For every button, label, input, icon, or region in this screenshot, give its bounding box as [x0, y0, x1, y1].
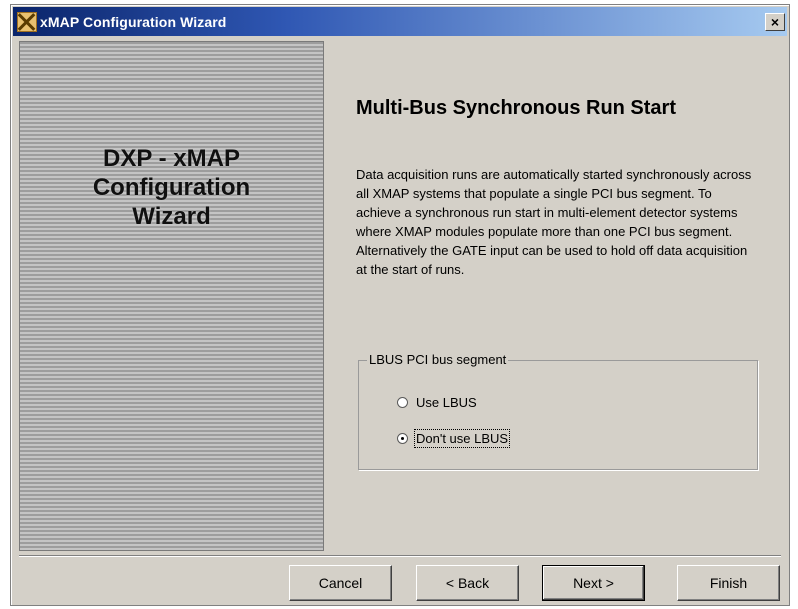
side-banner: DXP - xMAP Configuration Wizard: [19, 41, 324, 551]
window-title: xMAP Configuration Wizard: [40, 13, 227, 30]
lbus-groupbox-legend: LBUS PCI bus segment: [367, 352, 509, 367]
close-button[interactable]: ×: [765, 13, 785, 31]
back-button[interactable]: < Back: [416, 565, 519, 601]
wizard-window: xMAP Configuration Wizard × DXP - xMAP C…: [10, 4, 790, 606]
lbus-groupbox: LBUS PCI bus segment Use LBUS Don't use …: [358, 352, 758, 470]
app-icon: [17, 11, 37, 32]
side-banner-title: DXP - xMAP Configuration Wizard: [92, 145, 251, 230]
use-lbus-radio[interactable]: [397, 397, 408, 408]
page-title: Multi-Bus Synchronous Run Start: [356, 97, 676, 119]
dont-use-lbus-radio[interactable]: [397, 433, 408, 444]
title-bar[interactable]: xMAP Configuration Wizard ×: [13, 7, 787, 36]
button-separator: [19, 555, 781, 557]
close-icon: ×: [770, 14, 780, 30]
use-lbus-option[interactable]: Use LBUS: [397, 395, 477, 410]
cancel-button[interactable]: Cancel: [289, 565, 392, 601]
dont-use-lbus-option[interactable]: Don't use LBUS: [397, 429, 511, 448]
next-button[interactable]: Next >: [542, 565, 645, 601]
finish-button[interactable]: Finish: [677, 565, 780, 601]
use-lbus-label[interactable]: Use LBUS: [416, 395, 477, 410]
page-description: Data acquisition runs are automatically …: [356, 167, 752, 277]
dont-use-lbus-label[interactable]: Don't use LBUS: [413, 429, 511, 448]
